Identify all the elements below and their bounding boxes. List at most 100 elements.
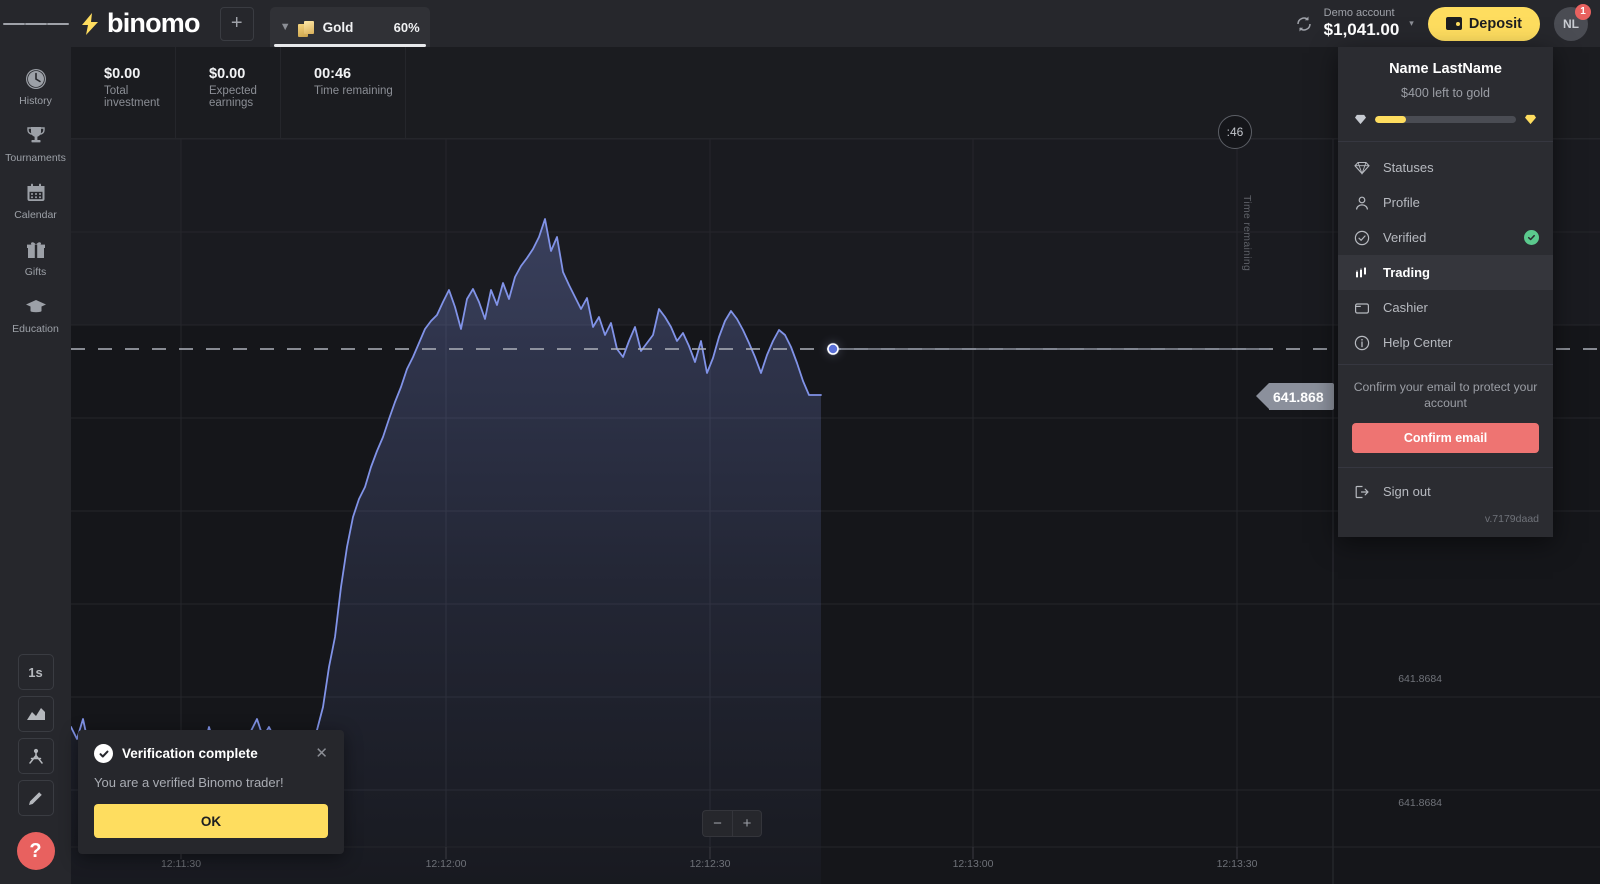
stat-label: Total investment (104, 85, 176, 109)
chevron-down-icon[interactable]: ▼ (280, 21, 291, 33)
wallet-icon (1352, 300, 1372, 316)
top-bar: binomo + ▼ Gold 60% Demo account $1,041.… (0, 0, 1600, 47)
deposit-button[interactable]: Deposit (1428, 7, 1540, 41)
indicators-icon[interactable] (18, 738, 54, 774)
diamond-icon (1354, 114, 1367, 125)
help-button[interactable]: ? (17, 832, 55, 870)
sidebar-item-history[interactable]: History (0, 57, 71, 114)
asset-tab-gold[interactable]: ▼ Gold 60% (270, 7, 430, 47)
account-type-label: Demo account (1324, 7, 1400, 20)
user-name: Name LastName (1354, 61, 1537, 77)
stat-label: Expected earnings (209, 85, 281, 109)
dropdown-item-statuses[interactable]: Statuses (1338, 150, 1553, 185)
pencil-icon[interactable] (18, 780, 54, 816)
dropdown-item-sign-out[interactable]: Sign out (1338, 474, 1553, 509)
progress-bar-track (1375, 116, 1516, 123)
left-sidebar: History Tournaments Calendar Gifts (0, 47, 71, 884)
diamond-icon (1352, 161, 1372, 175)
asset-payout: 60% (394, 20, 420, 35)
topbar-right-group: Demo account $1,041.00 ▾ Deposit NL 1 (1294, 7, 1600, 41)
bolt-icon (79, 12, 101, 36)
clock-icon (0, 66, 71, 92)
asset-name: Gold (323, 20, 354, 35)
sidebar-tools: 1s ? (0, 648, 71, 884)
candlestick-icon (1352, 265, 1372, 281)
stat-time-remaining: 00:46 Time remaining (281, 47, 406, 97)
person-icon (1352, 195, 1372, 211)
trophy-icon (0, 123, 71, 149)
confirm-email-prompt: Confirm your email to protect your accou… (1352, 379, 1539, 411)
sidebar-label: Calendar (0, 209, 71, 221)
sidebar-label: Gifts (0, 266, 71, 278)
zoom-out-button[interactable]: − (702, 810, 732, 837)
gift-icon (0, 237, 71, 263)
dropdown-item-label: Verified (1383, 230, 1426, 245)
logout-icon (1352, 484, 1372, 500)
dropdown-item-help-center[interactable]: Help Center (1338, 325, 1553, 360)
account-chevron-down-icon[interactable]: ▾ (1409, 18, 1414, 29)
dropdown-item-label: Cashier (1383, 300, 1428, 315)
wallet-icon (1446, 17, 1462, 30)
confirm-email-button[interactable]: Confirm email (1352, 423, 1539, 453)
time-axis-tick-label: 12:12:30 (690, 858, 731, 870)
stat-value: 00:46 (314, 65, 406, 83)
verification-toast: Verification complete ✕ You are a verifi… (78, 730, 344, 854)
sidebar-item-education[interactable]: Education (0, 285, 71, 342)
sidebar-label: Education (0, 323, 71, 335)
app-version: v.7179daad (1338, 509, 1553, 533)
stat-expected-earnings: $0.00 Expected earnings (176, 47, 281, 109)
sidebar-item-tournaments[interactable]: Tournaments (0, 114, 71, 171)
status-progress-text: $400 left to gold (1354, 86, 1537, 100)
stat-value: $0.00 (209, 65, 281, 83)
dropdown-item-profile[interactable]: Profile (1338, 185, 1553, 220)
current-price-dot-core (828, 344, 838, 354)
toast-ok-button[interactable]: OK (94, 804, 328, 838)
app-logo[interactable]: binomo (79, 8, 200, 39)
logo-text: binomo (107, 8, 200, 39)
sidebar-item-gifts[interactable]: Gifts (0, 228, 71, 285)
time-axis-tick-label: 12:11:30 (161, 858, 201, 870)
close-icon[interactable]: ✕ (315, 746, 328, 761)
toast-title: Verification complete (122, 746, 258, 761)
price-axis-label: 641.8684 (1398, 797, 1442, 809)
check-circle-icon (94, 744, 113, 763)
current-price-flag: 641.868 (1269, 383, 1334, 410)
refresh-icon[interactable] (1294, 14, 1314, 34)
signout-section: Sign out (1338, 467, 1553, 509)
profile-avatar-button[interactable]: NL 1 (1554, 7, 1588, 41)
dropdown-item-label: Statuses (1383, 160, 1434, 175)
sidebar-label: History (0, 95, 71, 107)
deposit-label: Deposit (1469, 16, 1522, 32)
sidebar-item-calendar[interactable]: Calendar (0, 171, 71, 228)
dropdown-item-label: Sign out (1383, 484, 1431, 499)
gold-diamond-icon (1524, 114, 1537, 125)
dropdown-menu-list: Statuses Profile Verified (1338, 142, 1553, 364)
graduation-cap-icon (0, 294, 71, 320)
timeframe-button[interactable]: 1s (18, 654, 54, 690)
dropdown-item-label: Profile (1383, 195, 1420, 210)
hamburger-icon[interactable] (0, 0, 71, 47)
dropdown-item-cashier[interactable]: Cashier (1338, 290, 1553, 325)
stat-value: $0.00 (104, 65, 176, 83)
zoom-in-button[interactable]: + (732, 810, 762, 837)
account-balance: $1,041.00 (1324, 20, 1400, 40)
price-axis-label: 641.8684 (1398, 673, 1442, 685)
info-icon (1352, 335, 1372, 351)
area-chart-icon[interactable] (18, 696, 54, 732)
stat-total-investment: $0.00 Total investment (71, 47, 176, 109)
confirm-email-section: Confirm your email to protect your accou… (1338, 364, 1553, 467)
time-axis-tick-label: 12:12:00 (426, 858, 467, 870)
check-circle-outline-icon (1352, 230, 1372, 246)
dropdown-item-verified[interactable]: Verified (1338, 220, 1553, 255)
dropdown-header: Name LastName $400 left to gold (1338, 47, 1553, 142)
toast-header: Verification complete ✕ (94, 744, 328, 763)
account-selector[interactable]: Demo account $1,041.00 (1324, 7, 1400, 40)
dropdown-item-trading[interactable]: Trading (1338, 255, 1553, 290)
expiry-timer-bubble: :46 (1218, 115, 1252, 149)
notification-badge: 1 (1575, 4, 1591, 20)
toast-message: You are a verified Binomo trader! (94, 775, 328, 790)
add-asset-button[interactable]: + (220, 7, 254, 41)
time-axis-tick-label: 12:13:30 (1217, 858, 1258, 870)
status-progress (1354, 114, 1537, 125)
progress-bar-fill (1375, 116, 1406, 123)
